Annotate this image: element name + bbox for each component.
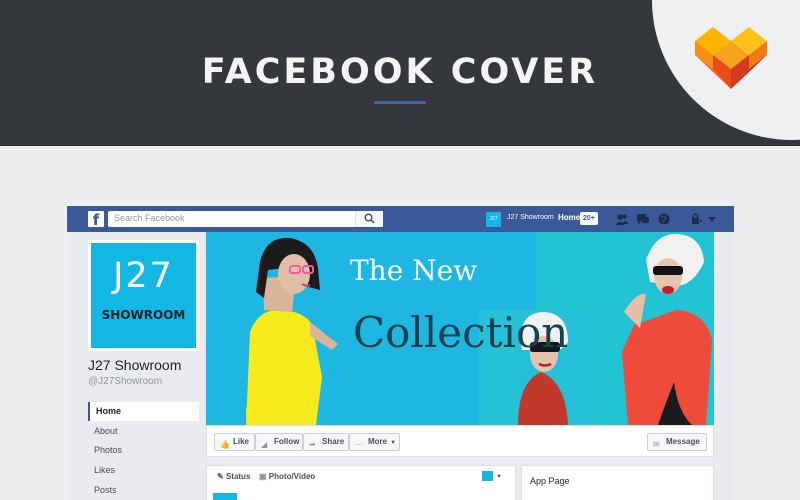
- post-composer: ✎ Status ▣ Photo/Video ▼: [206, 465, 516, 500]
- follow-button[interactable]: ◢ Follow: [255, 433, 303, 451]
- search-placeholder: Search Facebook: [114, 213, 185, 223]
- follow-label: Follow: [274, 437, 300, 446]
- photo-video-tab[interactable]: ▣ Photo/Video: [259, 472, 315, 481]
- more-button[interactable]: ⋯ More ▼: [349, 433, 400, 451]
- facebook-logo-icon[interactable]: f: [88, 211, 104, 229]
- share-button[interactable]: ➦ Share: [303, 433, 349, 451]
- top-nav-bar: f Search Facebook J27 J27 Showroom Home …: [67, 206, 734, 232]
- messenger-icon: ✉: [653, 440, 660, 449]
- globe-icon[interactable]: [657, 212, 671, 226]
- left-nav-photos[interactable]: Photos: [88, 441, 199, 460]
- nav-avatar[interactable]: J27: [486, 212, 501, 227]
- page-logo-j27: J27: [113, 256, 174, 296]
- thumbs-up-icon: 👍: [220, 440, 230, 449]
- audience-caret-icon[interactable]: ▼: [496, 474, 502, 480]
- camera-icon: ▣: [259, 472, 267, 481]
- like-button[interactable]: 👍 Like: [214, 433, 255, 451]
- page-logo-showroom: SHOWROOM: [101, 308, 186, 322]
- left-nav-likes[interactable]: Likes: [88, 461, 199, 480]
- cover-headline-line2: Collection: [353, 308, 569, 357]
- status-label: Status: [225, 472, 251, 481]
- cover-photo[interactable]: The New Collection: [206, 232, 714, 425]
- photo-video-label: Photo/Video: [268, 472, 316, 481]
- title-underline: [374, 101, 426, 104]
- more-label: More: [368, 437, 388, 446]
- nav-home-link[interactable]: Home: [558, 213, 580, 222]
- message-label: Message: [666, 437, 700, 446]
- search-input[interactable]: Search Facebook: [108, 211, 383, 227]
- status-tab[interactable]: ✎ Status: [217, 472, 250, 481]
- cover-headline-line1: The New: [350, 254, 478, 287]
- ellipsis-icon: ⋯: [355, 440, 363, 449]
- composer-avatar: [213, 493, 237, 500]
- banner-title: FACEBOOK COVER: [201, 52, 599, 92]
- rss-icon: ◢: [261, 440, 268, 449]
- lock-icon[interactable]: [689, 212, 703, 226]
- profile-picture[interactable]: J27 SHOWROOM: [88, 240, 199, 351]
- page-handle[interactable]: @J27Showroom: [88, 376, 162, 387]
- nav-profile-name[interactable]: J27 Showroom: [507, 214, 554, 221]
- left-nav-about[interactable]: About: [88, 422, 199, 441]
- facebook-mockup: f Search Facebook J27 J27 Showroom Home …: [67, 206, 734, 500]
- left-nav-home[interactable]: Home: [88, 402, 199, 421]
- search-button[interactable]: [355, 211, 383, 227]
- app-page-label[interactable]: App Page: [530, 476, 570, 486]
- page-name[interactable]: J27 Showroom: [88, 357, 181, 373]
- notification-badge[interactable]: 20+: [580, 212, 598, 225]
- share-arrow-icon: ➦: [309, 440, 316, 449]
- pencil-icon: ✎: [217, 472, 224, 481]
- page-logo: J27 SHOWROOM: [91, 243, 196, 348]
- caret-down-icon[interactable]: [705, 212, 719, 226]
- friends-icon[interactable]: [615, 212, 629, 226]
- message-button[interactable]: ✉ Message: [647, 433, 707, 451]
- banner: FACEBOOK COVER: [0, 0, 800, 146]
- page-action-bar: 👍 Like ◢ Follow ➦ Share ⋯ More ▼ ✉ Message: [206, 425, 714, 457]
- left-nav-posts[interactable]: Posts: [88, 481, 199, 500]
- share-label: Share: [322, 437, 345, 446]
- audience-avatar[interactable]: [482, 471, 493, 481]
- like-label: Like: [233, 437, 250, 446]
- app-page-panel: App Page: [521, 465, 714, 500]
- search-icon: [364, 213, 375, 224]
- messages-icon[interactable]: [636, 212, 650, 226]
- caret-down-icon: ▼: [390, 440, 397, 446]
